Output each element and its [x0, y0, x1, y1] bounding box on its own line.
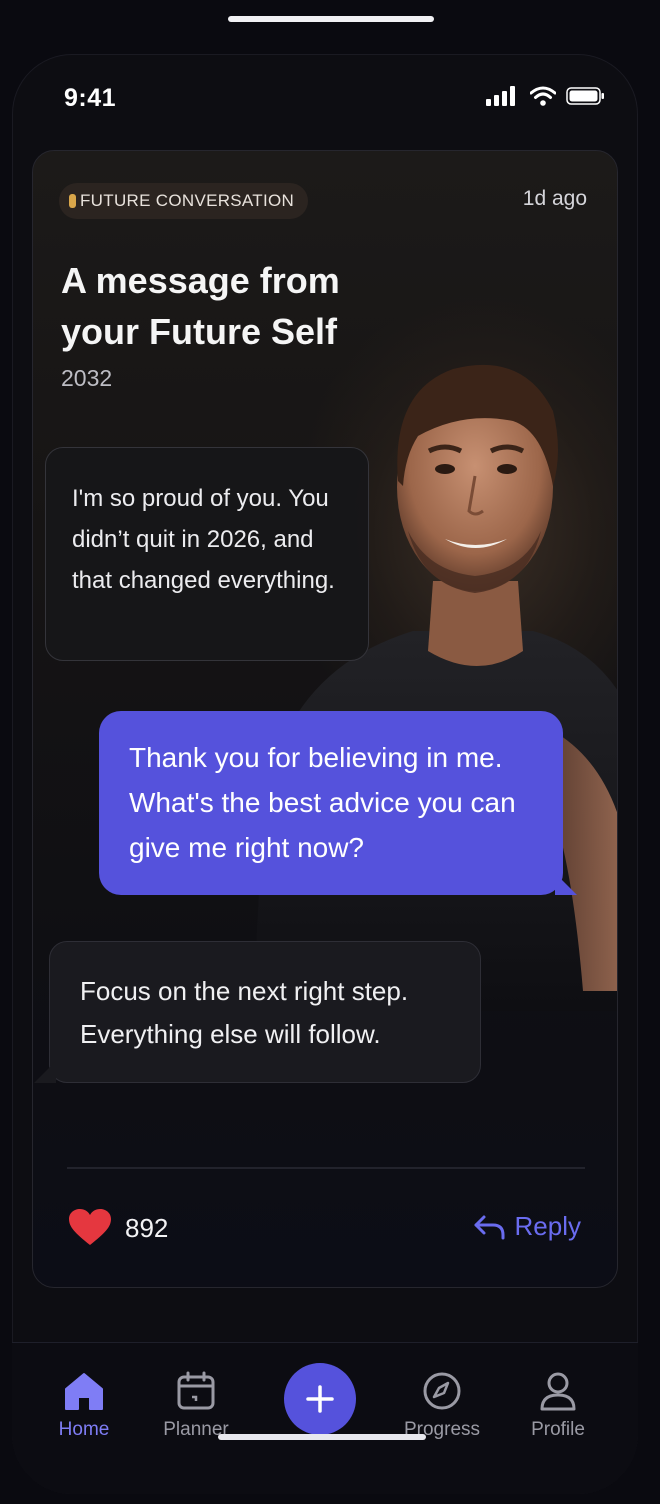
tab-label: Home — [58, 1419, 110, 1440]
tab-profile[interactable]: Profile — [508, 1371, 608, 1441]
calendar-icon — [177, 1371, 215, 1410]
heart-icon — [69, 1209, 111, 1245]
bubble-tail — [555, 873, 577, 895]
compass-icon — [423, 1372, 461, 1410]
message-text: Thank you for believing in me. What's th… — [129, 742, 516, 863]
phone-screen: 9:41 FUTURE CONVERSATION 1d ago A messag… — [12, 54, 638, 1494]
tab-planner[interactable]: Planner — [146, 1371, 246, 1441]
category-badge: FUTURE CONVERSATION — [59, 183, 309, 219]
future-message-bubble: Focus on the next right step. Everything… — [34, 941, 481, 1083]
reply-icon — [474, 1215, 505, 1239]
card-title: A message from your Future Self — [61, 260, 340, 352]
person-icon — [540, 1372, 576, 1411]
wifi-icon — [530, 86, 556, 106]
bubble-tail — [34, 1061, 56, 1083]
message-text: I'm so proud of you. You didn’t quit in … — [72, 485, 335, 594]
future-message-bubble: I'm so proud of you. You didn’t quit in … — [45, 447, 369, 661]
plus-icon — [306, 1385, 334, 1413]
timestamp: 1d ago — [522, 187, 587, 210]
home-indicator — [218, 1434, 426, 1440]
like-button[interactable]: 892 — [69, 1209, 168, 1247]
add-button[interactable] — [284, 1363, 356, 1435]
future-message-card[interactable]: FUTURE CONVERSATION 1d ago A message fro… — [32, 150, 618, 1288]
message-text: Focus on the next right step. Everything… — [80, 976, 409, 1049]
tab-home[interactable]: Home — [34, 1371, 134, 1441]
card-year: 2032 — [61, 365, 113, 391]
signal-icon — [486, 86, 515, 106]
reply-button[interactable]: Reply — [473, 1211, 581, 1242]
status-time: 9:41 — [64, 84, 117, 112]
battery-icon — [566, 87, 604, 105]
tab-progress[interactable]: Progress — [392, 1371, 492, 1441]
status-icons — [486, 86, 606, 106]
top-handle — [228, 16, 434, 22]
tab-label: Profile — [531, 1419, 585, 1440]
badge-label: FUTURE CONVERSATION — [80, 191, 295, 210]
divider — [67, 1167, 585, 1169]
bottom-tab-bar: Home Planner Progress Profile — [12, 1342, 638, 1494]
user-message-bubble: Thank you for believing in me. What's th… — [99, 711, 577, 895]
like-count: 892 — [125, 1212, 169, 1243]
reply-label: Reply — [514, 1211, 581, 1241]
hourglass-icon — [69, 194, 76, 208]
home-icon — [65, 1373, 103, 1410]
